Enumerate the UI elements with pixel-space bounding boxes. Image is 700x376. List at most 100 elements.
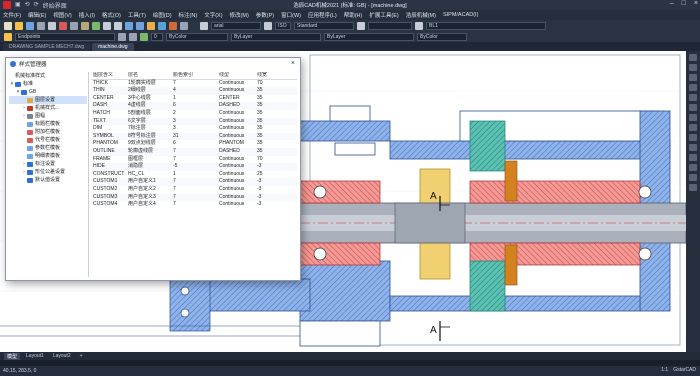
- zoom-scale[interactable]: 1:1: [661, 367, 668, 373]
- paste-icon[interactable]: [81, 21, 89, 30]
- scale-tool-icon[interactable]: [689, 154, 697, 161]
- workspace-dropdown[interactable]: Endpoints: [15, 32, 115, 41]
- pan-icon[interactable]: [125, 21, 133, 30]
- tree-item[interactable]: 标题栏模板: [9, 120, 87, 128]
- table-row[interactable]: HATCH 5剖面线层 2 Continuous 35: [91, 110, 297, 118]
- tree-item-layer-settings[interactable]: 图层设置: [9, 96, 87, 104]
- text-style-dropdown[interactable]: arial: [211, 21, 261, 30]
- preview-icon[interactable]: [48, 21, 56, 30]
- undo-tool-icon[interactable]: [103, 21, 111, 30]
- col-color-index[interactable]: 颜色索引: [173, 72, 219, 79]
- menu-window[interactable]: 窗口(W): [281, 11, 301, 19]
- tree-item[interactable]: › 图幅: [9, 112, 87, 120]
- menu-tools[interactable]: 工具(T): [128, 11, 146, 19]
- new-file-icon[interactable]: [4, 21, 12, 30]
- maximize-icon[interactable]: □: [682, 0, 686, 7]
- menu-draw[interactable]: 绘图(D): [153, 11, 172, 19]
- table-row[interactable]: PHANTOM 9双点划线层 6 PHANTOM 35: [91, 140, 297, 148]
- layer-manager-icon[interactable]: [4, 32, 12, 41]
- tree-item[interactable]: › 标注设置: [9, 160, 87, 168]
- table-row[interactable]: TEXT 6文字层 3 Continuous 35: [91, 117, 297, 126]
- tool-palette-icon[interactable]: [169, 21, 177, 30]
- tree-item[interactable]: 明细表模板: [9, 152, 87, 160]
- table-row[interactable]: FRAME 图框层 7 Continuous 70: [91, 156, 297, 164]
- dialog-titlebar[interactable]: 样式管理器: [6, 58, 300, 70]
- circle-tool-icon[interactable]: [689, 74, 697, 81]
- table-row[interactable]: DIM 7标注层 3 Continuous 35: [91, 125, 297, 133]
- extend-tool-icon[interactable]: [689, 174, 697, 181]
- table-row[interactable]: DASH 4虚线层 6 DASHED 35: [91, 102, 297, 110]
- fillet-tool-icon[interactable]: [689, 184, 697, 191]
- redo-tool-icon[interactable]: [114, 21, 122, 30]
- table-row[interactable]: OUTLINE 轮廓虚线层 7 DASHED 35: [91, 147, 297, 156]
- tab-model[interactable]: 模型: [4, 352, 21, 360]
- dim-style-dropdown[interactable]: Standard: [294, 21, 354, 30]
- workspace-switch[interactable]: 终始界面: [43, 1, 67, 10]
- close-icon[interactable]: ×: [694, 0, 698, 7]
- col-lineweight[interactable]: 线宽: [257, 72, 287, 79]
- lightbulb-icon[interactable]: [140, 32, 148, 41]
- trim-tool-icon[interactable]: [689, 164, 697, 171]
- table-row[interactable]: THIN 2细线层 4 Continuous 35: [91, 87, 297, 95]
- menu-edit[interactable]: 编辑(E): [28, 11, 46, 19]
- col-layer-name[interactable]: 层名: [128, 72, 173, 79]
- table-row[interactable]: CONSTRUCT HC_CL 1 Continuous 25: [91, 171, 297, 179]
- dialog-close-icon[interactable]: ×: [291, 60, 295, 67]
- dim-scale-dropdown[interactable]: ISO: [275, 21, 291, 30]
- layer-dropdown[interactable]: 0: [151, 32, 163, 41]
- menu-view[interactable]: 视图(V): [53, 11, 71, 19]
- move-tool-icon[interactable]: [689, 124, 697, 131]
- layer-state-icon[interactable]: [129, 32, 137, 41]
- line-tool-icon[interactable]: [689, 54, 697, 61]
- table-row[interactable]: CUSTOM4 用户自定义4 7 Continuous -3: [91, 201, 297, 209]
- table-row[interactable]: CUSTOM1 用户自定义1 7 Continuous -3: [91, 178, 297, 186]
- calculator-icon[interactable]: [180, 21, 188, 30]
- table-row[interactable]: CUSTOM3 用户自定义3 7 Continuous -3: [91, 193, 297, 202]
- cut-icon[interactable]: [59, 21, 67, 30]
- linetype-dropdown[interactable]: ByLayer: [231, 32, 321, 41]
- menu-apps[interactable]: 应用程序(L): [308, 11, 337, 19]
- undo-icon[interactable]: ⟲: [25, 1, 30, 10]
- text-tool-icon[interactable]: [689, 114, 697, 121]
- copy-icon[interactable]: [70, 21, 78, 30]
- tab-layout2[interactable]: Layout2: [50, 353, 74, 359]
- table-row[interactable]: HIDE 消隐层 -5 Continuous -3: [91, 163, 297, 171]
- tree-item[interactable]: › 形位公差设置: [9, 168, 87, 176]
- tree-item[interactable]: 参数栏模板: [9, 144, 87, 152]
- menu-dimension[interactable]: 标注(N): [179, 11, 198, 19]
- lineweight-dropdown[interactable]: ByLayer: [324, 32, 414, 41]
- rectangle-tool-icon[interactable]: [689, 94, 697, 101]
- menu-sipm[interactable]: SIPM/ACAD(I): [443, 12, 478, 18]
- save-icon[interactable]: ▣: [15, 1, 21, 10]
- copy-tool-icon[interactable]: [689, 134, 697, 141]
- tree-item[interactable]: 机械标准样式: [9, 72, 87, 80]
- menu-ext-tools[interactable]: 扩展工具(E): [369, 11, 398, 19]
- print-icon[interactable]: [37, 21, 45, 30]
- menu-text[interactable]: 文字(X): [204, 11, 222, 19]
- table-row[interactable]: THICK 1轮廓实线层 7 Continuous 70: [91, 80, 297, 88]
- add-layout-button[interactable]: +: [77, 353, 86, 359]
- open-file-icon[interactable]: [15, 21, 23, 30]
- redo-icon[interactable]: ⟳: [34, 1, 39, 10]
- minimize-icon[interactable]: –: [670, 0, 674, 7]
- menu-gstar-mech[interactable]: 浩辰机械(M): [406, 11, 436, 19]
- rotate-tool-icon[interactable]: [689, 144, 697, 151]
- color-dropdown[interactable]: ByColor: [166, 32, 228, 41]
- tree-item[interactable]: 默认值设置: [9, 176, 87, 184]
- match-prop-icon[interactable]: [92, 21, 100, 30]
- col-meaning[interactable]: 图层含义: [91, 72, 128, 79]
- properties-icon[interactable]: [147, 21, 155, 30]
- layer-prev-icon[interactable]: [118, 32, 126, 41]
- table-style-dropdown[interactable]: [368, 21, 412, 30]
- menu-file[interactable]: 文件(F): [3, 11, 21, 19]
- arc-tool-icon[interactable]: [689, 84, 697, 91]
- menu-parameter[interactable]: 参数(P): [256, 11, 274, 19]
- col-linetype[interactable]: 线型: [219, 72, 257, 79]
- tree-item[interactable]: ▾ GB: [9, 88, 87, 96]
- save-file-icon[interactable]: [26, 21, 34, 30]
- tree-item[interactable]: ▾ 标准: [9, 80, 87, 88]
- menu-insert[interactable]: 插入(I): [79, 11, 95, 19]
- tree-item[interactable]: 附加栏模板: [9, 128, 87, 136]
- menu-modify[interactable]: 修改(M): [230, 11, 249, 19]
- tab-machine[interactable]: machine.dwg: [92, 43, 134, 51]
